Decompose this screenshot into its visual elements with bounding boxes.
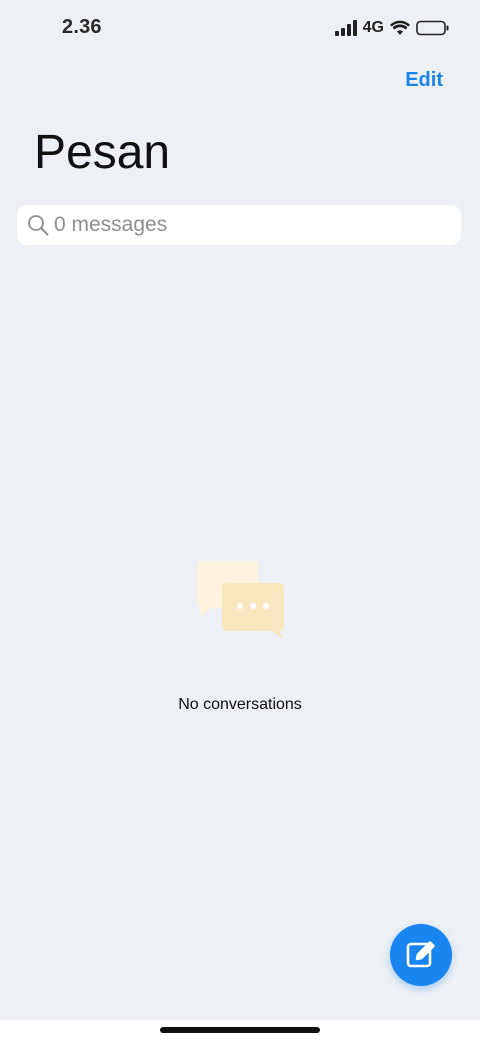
status-icons: 4G [334, 18, 450, 38]
home-indicator[interactable] [160, 1027, 320, 1033]
compose-button[interactable] [390, 924, 452, 986]
battery-icon [416, 20, 449, 36]
wifi-icon [390, 20, 410, 35]
edit-button[interactable]: Edit [405, 69, 443, 92]
chat-bubbles-icon [197, 561, 284, 639]
search-icon [28, 215, 49, 236]
search-input[interactable] [54, 213, 434, 237]
signal-icon [334, 20, 357, 36]
search-bar[interactable] [17, 205, 461, 245]
page-title: Pesan [34, 126, 171, 179]
compose-icon [406, 941, 435, 968]
empty-state-text: No conversations [178, 696, 302, 713]
status-time: 2.36 [62, 16, 102, 38]
status-bar: 2.36 4G [0, 0, 480, 56]
network-type-label: 4G [362, 19, 384, 36]
